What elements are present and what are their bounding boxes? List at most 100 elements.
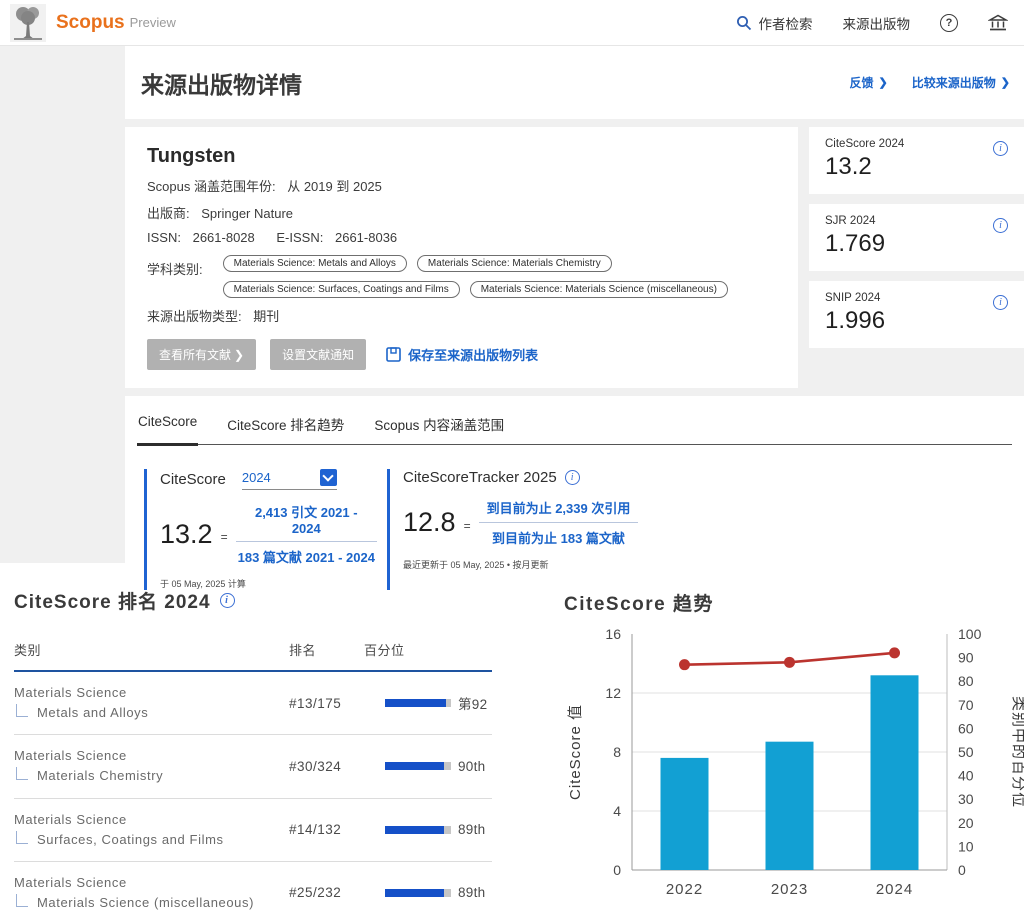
info-icon[interactable]: i [565,470,580,485]
svg-text:0: 0 [613,862,621,878]
category-cell: Materials ScienceSurfaces, Coatings and … [14,810,289,850]
metric-card: SJR 2024 1.769i [809,204,1024,271]
brand-scopus[interactable]: Scopus [56,12,125,34]
source-actions: 查看所有文献 ❯ 设置文献通知 保存至来源出版物列表 [147,339,776,370]
info-icon[interactable]: i [993,295,1008,310]
upper-section: 来源出版物详情 反馈 ❯ 比较来源出版物 ❯ Tungsten Scopus 涵… [0,46,1024,563]
chevron-right-icon: ❯ [1001,76,1010,89]
category-cell: Materials ScienceMaterials Chemistry [14,746,289,786]
info-icon[interactable]: i [993,141,1008,156]
tracker-fraction: 到目前为止 2,339 次引用 到目前为止 183 篇文献 [479,498,639,547]
tracker-equation: 12.8 = 到目前为止 2,339 次引用 到目前为止 183 篇文献 [403,498,638,547]
rank-value: #25/232 [289,885,364,900]
bottom-widgets: CiteScore 排名 2024 i 类别 排名 百分位 Materials … [0,563,1024,918]
subject-chip[interactable]: Materials Science: Materials Chemistry [417,255,612,272]
svg-text:CiteScore 值: CiteScore 值 [567,704,584,800]
help-icon: ? [940,14,958,32]
title-band-links: 反馈 ❯ 比较来源出版物 ❯ [850,74,1010,91]
percentile-bar [385,889,451,897]
chevron-right-icon: ❯ [234,348,244,362]
citescore-equation: 13.2 = 2,413 引文 2021 - 2024 183 篇文献 2021… [160,502,377,566]
help-button[interactable]: ? [940,14,958,32]
nav-sources-label: 来源出版物 [843,13,911,33]
svg-text:30: 30 [958,791,974,807]
metric-card: CiteScore 202413.2i [809,127,1024,194]
category-cell: Materials ScienceMetals and Alloys [14,683,289,723]
citescore-fraction: 2,413 引文 2021 - 2024 183 篇文献 2021 - 2024 [236,502,377,566]
tree-elbow-icon [16,894,28,907]
category-child: Surfaces, Coatings and Films [37,830,224,850]
set-document-alert-button[interactable]: 设置文献通知 [270,339,366,370]
subject-chips: Materials Science: Metals and Alloys Mate… [223,255,763,298]
tab-rank-trend[interactable]: CiteScore 排名趋势 [226,408,345,444]
citescore-year-value: 2024 [242,470,271,485]
percentile-label: 第92 [458,693,492,713]
info-icon[interactable]: i [993,218,1008,233]
institution-icon [988,14,1008,32]
metric-label: CiteScore 2024 [825,138,1008,150]
svg-text:2022: 2022 [666,881,703,898]
subject-area-line: 学科类别: Materials Science: Metals and Allo… [147,255,776,298]
percentile-label: 90th [458,759,492,774]
top-navigation: 作者检索 来源出版物 ? [736,13,1009,33]
rank-value: #13/175 [289,696,364,711]
citescore-panel-title: CiteScore 2024 [160,469,377,490]
tree-elbow-icon [16,831,28,844]
ranking-row: Materials ScienceSurfaces, Coatings and … [14,799,492,862]
title-band: 来源出版物详情 反馈 ❯ 比较来源出版物 ❯ [125,46,1024,119]
tracker-citation-count-link[interactable]: 到目前为止 2,339 次引用 [479,498,639,523]
svg-text:0: 0 [958,862,966,878]
citescore-tracker-panel: CiteScoreTracker 2025 i 12.8 = 到目前为止 2,3… [387,469,638,590]
metric-label: SJR 2024 [825,215,1008,227]
info-icon[interactable]: i [220,593,235,608]
percentile-cell: 第92 [364,693,492,713]
compare-sources-link[interactable]: 比较来源出版物 ❯ [912,74,1010,91]
ranking-title: CiteScore 排名 2024 i [14,587,492,614]
document-count-link[interactable]: 183 篇文献 2021 - 2024 [236,542,377,566]
elsevier-tree-logo [10,4,46,42]
nav-sources[interactable]: 来源出版物 [843,13,911,33]
svg-text:8: 8 [613,744,621,760]
citation-count-link[interactable]: 2,413 引文 2021 - 2024 [236,502,377,542]
subject-chip[interactable]: Materials Science: Metals and Alloys [223,255,407,272]
issn-line: ISSN: 2661-8028 E-ISSN: 2661-8036 [147,230,776,245]
citescore-panel: CiteScore 2024 13.2 = 2,413 引文 2021 - 20 [144,469,377,590]
source-info-row: Tungsten Scopus 涵盖范围年份: 从 2019 到 2025 出版… [125,127,1024,388]
feedback-link[interactable]: 反馈 ❯ [850,74,888,91]
tab-bar: CiteScore CiteScore 排名趋势 Scopus 内容涵盖范围 [137,408,1012,445]
tab-coverage[interactable]: Scopus 内容涵盖范围 [373,408,505,444]
svg-text:16: 16 [605,626,621,642]
source-info-card: Tungsten Scopus 涵盖范围年份: 从 2019 到 2025 出版… [125,127,798,388]
institution-button[interactable] [988,14,1008,32]
svg-text:12: 12 [605,685,621,701]
metric-label: SNIP 2024 [825,292,1008,304]
citescore-ranking-widget: CiteScore 排名 2024 i 类别 排名 百分位 Materials … [0,579,506,918]
category-parent: Materials Science [14,683,289,703]
ranking-row: Materials ScienceMetals and Alloys#13/17… [14,672,492,735]
citescore-trend-widget: CiteScore 趋势 048121601020304050607080901… [506,579,1024,918]
svg-text:50: 50 [958,744,974,760]
year-dropdown-button[interactable] [320,469,337,486]
tab-citescore[interactable]: CiteScore [137,408,198,444]
ranking-row: Materials ScienceMaterials Chemistry#30/… [14,735,492,798]
trend-title: CiteScore 趋势 [564,589,1024,616]
save-icon [386,347,401,362]
category-cell: Materials ScienceMaterials Science (misc… [14,873,289,913]
metric-value: 1.769 [825,230,1008,258]
svg-text:60: 60 [958,720,974,736]
svg-text:20: 20 [958,815,974,831]
view-all-documents-button[interactable]: 查看所有文献 ❯ [147,339,256,370]
svg-text:类别中的百分位: 类别中的百分位 [1010,696,1024,808]
svg-text:90: 90 [958,650,974,666]
publisher-line: 出版商: Springer Nature [147,203,776,222]
tracker-document-count-link[interactable]: 到目前为止 183 篇文献 [479,523,639,547]
save-to-source-list-link[interactable]: 保存至来源出版物列表 [386,345,538,364]
svg-text:80: 80 [958,673,974,689]
category-parent: Materials Science [14,746,289,766]
subject-chip[interactable]: Materials Science: Materials Science (mi… [470,281,728,298]
tracker-value: 12.8 [403,507,456,538]
ranking-table-header: 类别 排名 百分位 [14,640,492,672]
citescore-year-select[interactable]: 2024 [242,469,337,490]
subject-chip[interactable]: Materials Science: Surfaces, Coatings an… [223,281,460,298]
nav-author-search[interactable]: 作者检索 [736,13,813,33]
